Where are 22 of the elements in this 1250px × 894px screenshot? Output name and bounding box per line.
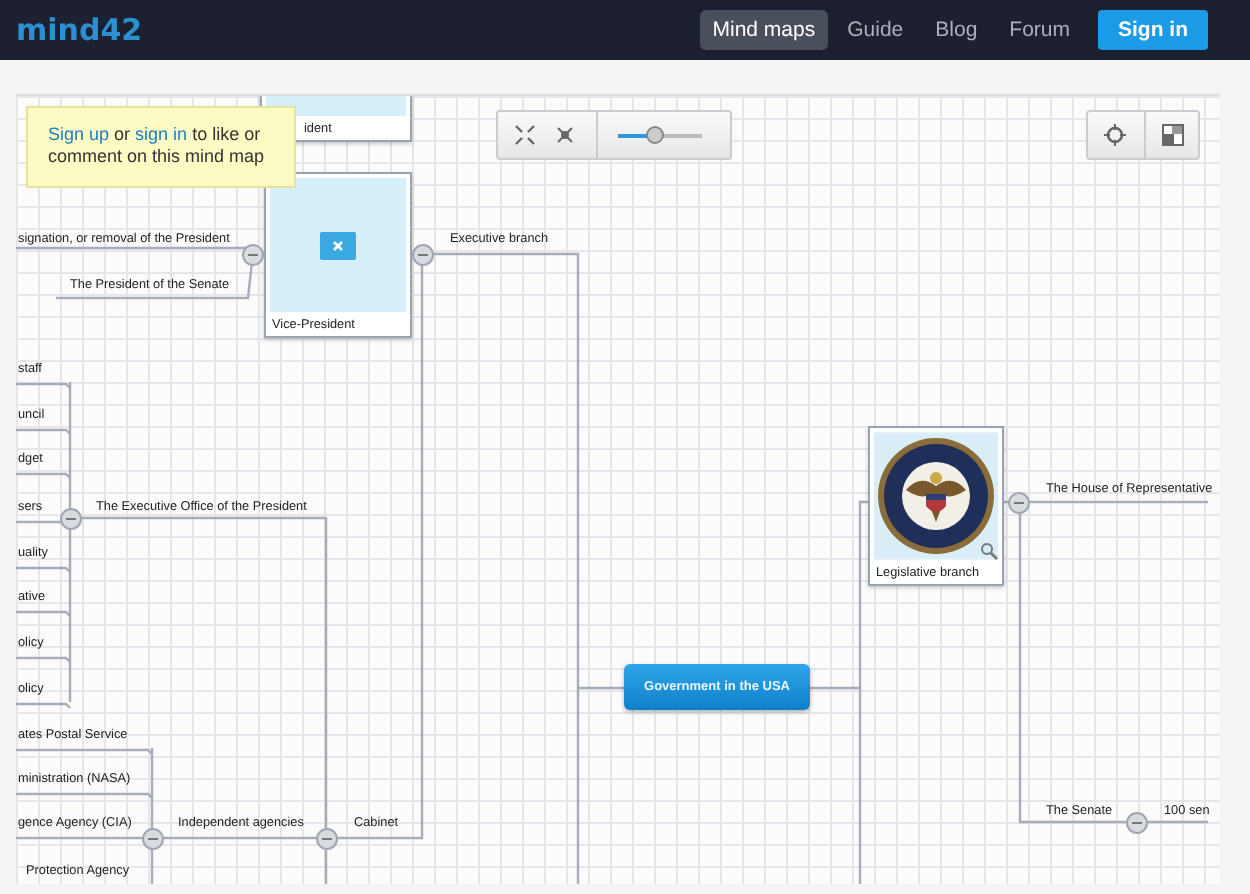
nav-tab[interactable]: Mind maps <box>700 10 828 50</box>
sign-link[interactable]: Sign up <box>48 124 110 144</box>
tooltip-text: Sign up or sign in to like or comment on this mind map <box>48 124 265 166</box>
sign-link[interactable]: sign in <box>135 124 188 144</box>
collapse-icon[interactable] <box>59 507 81 529</box>
zoom-slider-thumb[interactable] <box>645 125 664 143</box>
collapse-arrows-icon[interactable] <box>514 124 536 146</box>
magnifier-icon[interactable] <box>980 542 998 560</box>
nodes-icon[interactable] <box>554 124 576 146</box>
crosshair-icon[interactable] <box>1104 124 1126 146</box>
nav-tab[interactable]: Guide <box>835 10 916 50</box>
logo[interactable]: mind42 <box>16 12 143 48</box>
overview-icon[interactable] <box>1162 124 1184 146</box>
nav-tab[interactable]: Blog <box>923 10 990 50</box>
collapse-icon[interactable] <box>141 827 163 849</box>
collapse-icon[interactable] <box>1125 811 1147 833</box>
collapse-icon[interactable] <box>411 243 433 265</box>
image-placeholder-icon[interactable] <box>320 231 356 259</box>
collapse-icon[interactable] <box>315 827 337 849</box>
nav-tab[interactable]: Forum <box>997 10 1082 50</box>
collapse-icon[interactable] <box>1007 491 1029 513</box>
collapse-icon[interactable] <box>241 243 263 265</box>
